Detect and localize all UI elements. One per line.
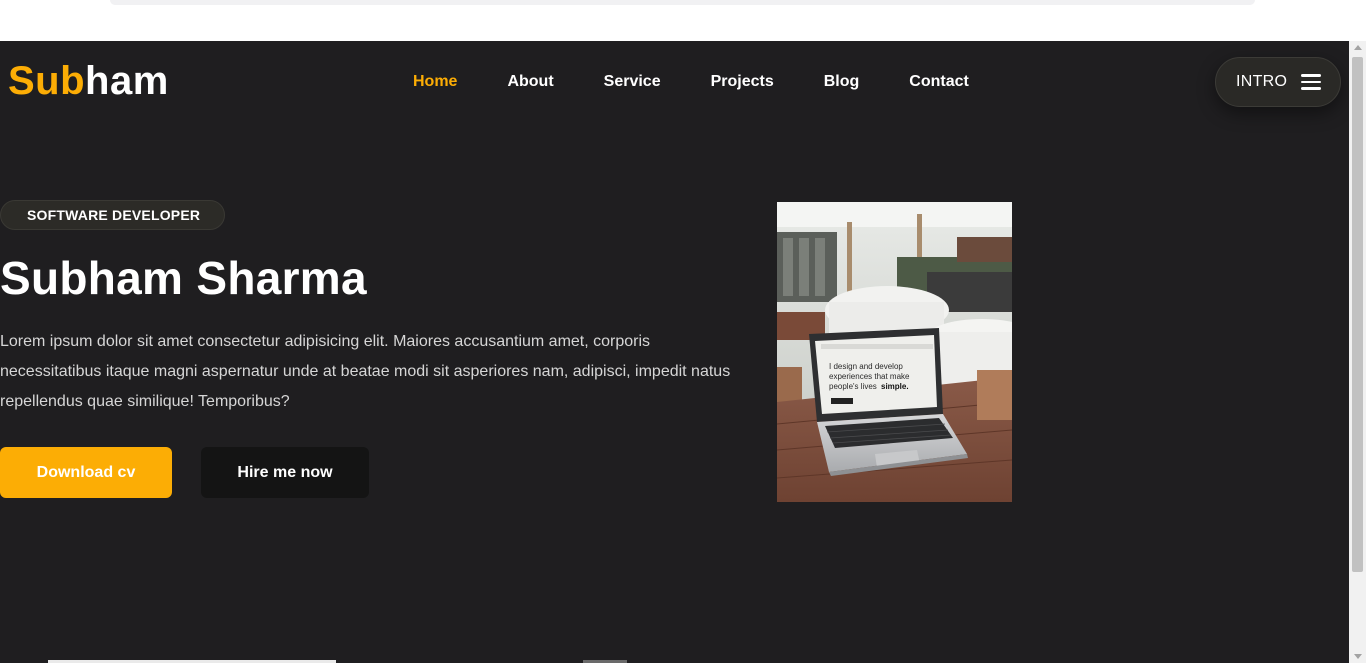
role-badge-text: SOFTWARE DEVELOPER — [27, 207, 201, 223]
download-cv-button[interactable]: Download cv — [0, 447, 172, 498]
hamburger-menu-icon — [1301, 74, 1322, 90]
hero-laptop-photo: I design and develop experiences that ma… — [777, 202, 1012, 502]
browser-top-area — [0, 0, 1366, 41]
site-logo[interactable]: Subham — [8, 59, 169, 104]
scroll-down-arrow-icon[interactable] — [1354, 654, 1362, 659]
laptop-screen-line-1: I design and develop — [829, 362, 903, 371]
scrollbar-thumb[interactable] — [1352, 57, 1363, 572]
nav-item-service[interactable]: Service — [604, 72, 661, 92]
nav-item-blog[interactable]: Blog — [824, 72, 860, 92]
page-scrollbar[interactable] — [1349, 41, 1366, 663]
laptop-screen-line-2: experiences that make — [829, 372, 910, 381]
nav-item-about[interactable]: About — [507, 72, 553, 92]
intro-menu-button[interactable]: INTRO — [1215, 57, 1341, 107]
role-badge: SOFTWARE DEVELOPER — [0, 200, 226, 230]
browser-address-strip — [110, 0, 1255, 5]
hero-description: Lorem ipsum dolor sit amet consectetur a… — [0, 333, 731, 410]
nav-item-home[interactable]: Home — [413, 72, 457, 92]
main-nav: Home About Service Projects Blog Contact — [413, 72, 1019, 92]
nav-item-projects[interactable]: Projects — [711, 72, 774, 92]
laptop-screen-emphasis: simple. — [881, 382, 909, 391]
hero-name: Subham Sharma — [0, 252, 367, 304]
laptop-screen-line-3: people's lives — [829, 382, 877, 391]
logo-first-part: Sub — [8, 59, 86, 103]
scroll-up-arrow-icon[interactable] — [1354, 45, 1362, 50]
nav-item-contact[interactable]: Contact — [909, 72, 969, 92]
page-content: Subham Home About Service Projects Blog … — [0, 41, 1349, 663]
intro-label: INTRO — [1236, 73, 1288, 90]
hire-me-button[interactable]: Hire me now — [201, 447, 369, 498]
logo-second-part: ham — [85, 59, 169, 103]
